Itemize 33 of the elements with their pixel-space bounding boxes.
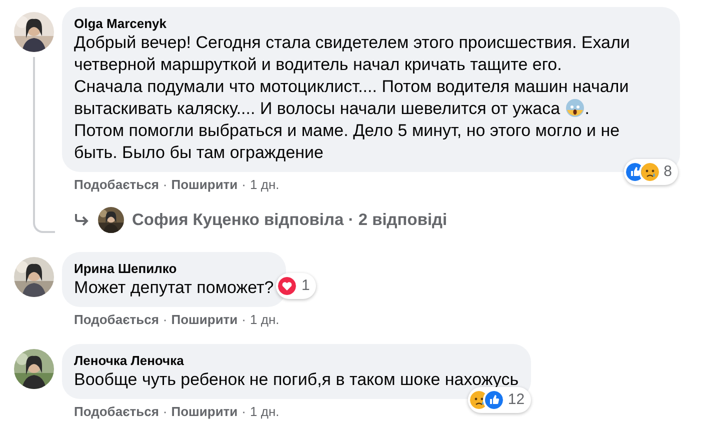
separator-dot: · bbox=[162, 177, 168, 193]
reaction-count: 1 bbox=[301, 276, 310, 296]
reaction-badge[interactable]: 8 bbox=[624, 158, 678, 185]
author-name[interactable]: Леночка Леночка bbox=[74, 353, 519, 369]
crying-face-icon bbox=[470, 390, 488, 409]
comment-text: Может депутат поможет? bbox=[74, 277, 274, 299]
author-name[interactable]: Olga Marcenyk bbox=[74, 16, 668, 32]
thumbs-up-icon bbox=[626, 162, 644, 181]
author-name[interactable]: Ирина Шепилко bbox=[74, 261, 274, 277]
replies-link[interactable]: София Куценко відповіла · 2 відповіді bbox=[132, 208, 448, 232]
crying-face-icon bbox=[640, 162, 659, 181]
comment-time: 1 дн. bbox=[250, 177, 280, 193]
action-link[interactable]: Поширити bbox=[171, 312, 238, 328]
action-link[interactable]: Подобається bbox=[74, 312, 159, 328]
action-link[interactable]: Подобається bbox=[74, 404, 159, 420]
heart-icon bbox=[278, 276, 296, 295]
reaction-count: 12 bbox=[508, 390, 525, 410]
action-link[interactable]: Подобається bbox=[74, 177, 159, 193]
separator-dot: · bbox=[162, 404, 168, 420]
comment-time: 1 дн. bbox=[250, 404, 280, 420]
action-link[interactable]: Поширити bbox=[171, 177, 238, 193]
reaction-badge[interactable]: 1 bbox=[276, 272, 316, 299]
reply-arrow-icon bbox=[74, 213, 90, 227]
separator-dot: · bbox=[240, 404, 248, 420]
reaction-badge[interactable]: 12 bbox=[468, 386, 531, 413]
separator-dot: · bbox=[162, 312, 168, 328]
reaction-count: 8 bbox=[664, 162, 672, 182]
screaming-face-icon bbox=[566, 99, 584, 117]
action-link[interactable]: Поширити bbox=[171, 404, 238, 420]
comment-time: 1 дн. bbox=[250, 312, 280, 328]
separator-dot: · bbox=[240, 177, 248, 193]
thumbs-up-icon bbox=[484, 390, 503, 409]
separator-dot: · bbox=[240, 312, 248, 328]
